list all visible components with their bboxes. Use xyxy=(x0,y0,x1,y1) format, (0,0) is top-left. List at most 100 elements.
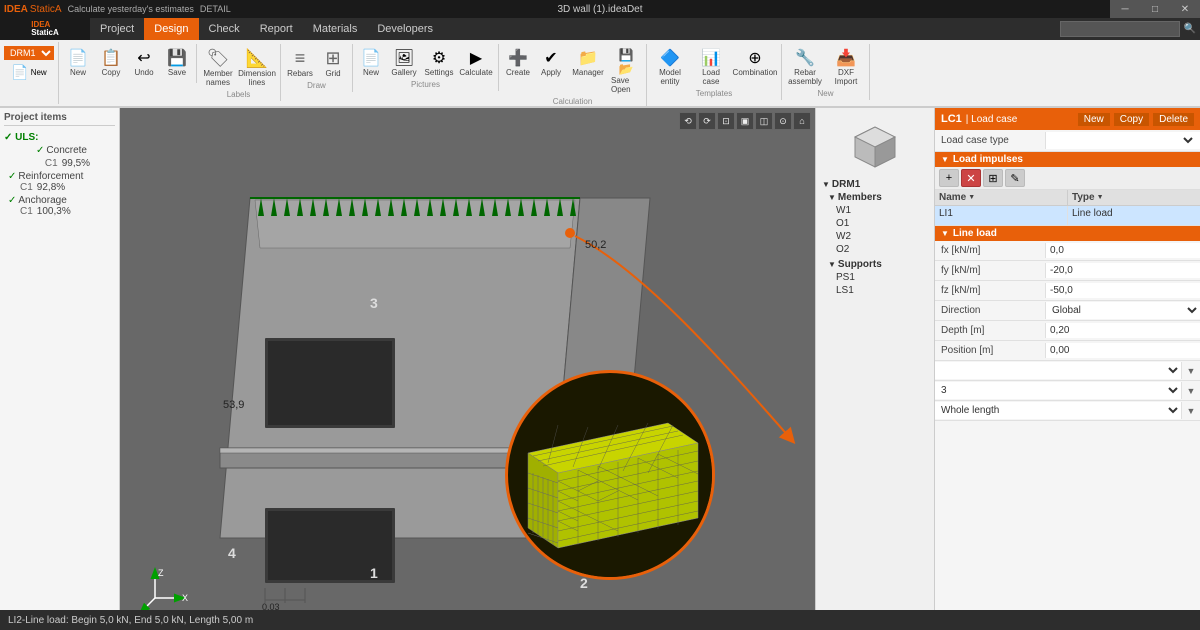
vt-btn-2[interactable]: ⟳ xyxy=(698,112,716,130)
create-icon: ➕ xyxy=(508,48,528,68)
vt-btn-5[interactable]: ◫ xyxy=(755,112,773,130)
btn-settings[interactable]: ⚙ Settings xyxy=(422,46,456,79)
maximize-button[interactable]: □ xyxy=(1140,0,1170,18)
btn-model-entity[interactable]: 🔷 Model entity xyxy=(650,46,690,88)
menu-item-project[interactable]: Project xyxy=(90,18,144,40)
fx-value[interactable]: 0,0 xyxy=(1045,243,1200,258)
viewport[interactable]: ⟲ ⟳ ⊡ ▣ ◫ ⊙ ⌂ xyxy=(120,108,815,610)
impulse-btn-add[interactable]: + xyxy=(939,169,959,187)
vt-btn-6[interactable]: ⊙ xyxy=(774,112,792,130)
close-button[interactable]: ✕ xyxy=(1170,0,1200,18)
props-subtitle: | Load case xyxy=(966,114,1018,125)
btn-undo[interactable]: ↩ Undo xyxy=(128,46,160,79)
btn-dimension-lines[interactable]: 📐 Dimension lines xyxy=(237,46,277,89)
tree-supports-section[interactable]: ▼ Supports xyxy=(820,258,930,271)
dimension-lines-icon: 📐 xyxy=(246,48,268,69)
props-copy-button[interactable]: Copy xyxy=(1114,113,1149,126)
menu-item-materials[interactable]: Materials xyxy=(303,18,368,40)
grid-icon: ⊞ xyxy=(325,48,340,69)
undo-label: Undo xyxy=(134,68,153,77)
check-concrete: ✓ Concrete C1 99,5% xyxy=(8,145,115,169)
btn-dxf-import[interactable]: 📥 DXF Import xyxy=(826,46,866,88)
props-row-depth: Depth [m] 0,20 xyxy=(935,321,1200,341)
props-section-line-load[interactable]: ▼ Line load xyxy=(935,226,1200,241)
menu-item-developers[interactable]: Developers xyxy=(367,18,443,40)
vt-btn-7[interactable]: ⌂ xyxy=(793,112,811,130)
load-impulses-arrow: ▼ xyxy=(941,155,949,164)
col-header-name[interactable]: Name ▼ xyxy=(935,190,1068,205)
impulse-btn-3[interactable]: ⊞ xyxy=(983,169,1003,187)
member-value[interactable]: W1 xyxy=(935,362,1182,379)
tree-root-arrow: ▼ xyxy=(822,180,830,189)
btn-copy[interactable]: 📋 Copy xyxy=(95,46,127,79)
props-section-load-impulses[interactable]: ▼ Load impulses xyxy=(935,152,1200,167)
btn-save-open[interactable]: 💾📂 Save Open xyxy=(609,46,643,96)
tree-item-o1[interactable]: O1 xyxy=(820,217,930,230)
fy-value[interactable]: -20,0 xyxy=(1045,263,1200,278)
btn-combination[interactable]: ⊕ Combination xyxy=(732,46,778,88)
btn-rebars[interactable]: ≡ Rebars xyxy=(284,46,316,80)
tree-item-w1[interactable]: W1 xyxy=(820,204,930,217)
new2-icon: 📄 xyxy=(361,48,381,68)
menu-item-check[interactable]: Check xyxy=(199,18,250,40)
length-type-select[interactable]: Whole length xyxy=(935,402,1181,419)
impulse-btn-delete[interactable]: ✕ xyxy=(961,169,981,187)
search-icon: 🔍 xyxy=(1184,24,1196,35)
btn-gallery[interactable]: 🖼 Gallery xyxy=(387,46,421,79)
reinforcement-level: C1 xyxy=(20,182,33,193)
props-new-button[interactable]: New xyxy=(1078,113,1110,126)
view-cube[interactable] xyxy=(820,112,930,172)
ribbon-group-label-new: New xyxy=(782,89,869,98)
btn-new[interactable]: 📄 New xyxy=(62,46,94,79)
calculate-label: Calculate xyxy=(459,68,492,77)
edge-select[interactable]: 3 xyxy=(935,382,1181,399)
member-select[interactable]: W1 xyxy=(935,362,1181,379)
btn-grid[interactable]: ⊞ Grid xyxy=(317,46,349,80)
search-input[interactable] xyxy=(1060,21,1180,37)
edge-value[interactable]: 3 xyxy=(935,382,1182,399)
tree-panel: ▼ DRM1 ▼ Members W1 O1 W2 O2 ▼ Supports … xyxy=(815,108,935,610)
ribbon-btn-new[interactable]: 📄 New xyxy=(9,62,48,83)
minimize-button[interactable]: ─ xyxy=(1110,0,1140,18)
drm-dropdown[interactable]: DRM1 xyxy=(4,46,54,60)
btn-apply[interactable]: ✔ Apply xyxy=(535,46,567,96)
tree-item-ps1[interactable]: PS1 xyxy=(820,271,930,284)
btn-save[interactable]: 💾 Save xyxy=(161,46,193,79)
member-names-icon: 🏷 xyxy=(207,48,230,69)
btn-manager[interactable]: 📁 Manager xyxy=(568,46,608,96)
btn-load-case[interactable]: 📊 Load case xyxy=(691,46,731,88)
props-load-case-type-select[interactable]: Permanent xyxy=(1050,134,1196,147)
rebar-assembly-icon: 🔧 xyxy=(795,48,815,68)
fz-value[interactable]: -50,0 xyxy=(1045,283,1200,298)
menu-item-design[interactable]: Design xyxy=(144,18,198,40)
length-type-value[interactable]: Whole length xyxy=(935,402,1182,419)
btn-calculate[interactable]: ▶ Calculate xyxy=(457,46,495,79)
btn-member-names[interactable]: 🏷 Member names xyxy=(200,46,236,89)
vt-btn-1[interactable]: ⟲ xyxy=(679,112,697,130)
props-impulse-row-li1[interactable]: LI1 Line load xyxy=(935,206,1200,226)
tree-members-section[interactable]: ▼ Members xyxy=(820,191,930,204)
props-load-case-type-value[interactable]: Permanent xyxy=(1045,132,1200,149)
position-value[interactable]: 0,00 xyxy=(1045,343,1200,358)
tree-item-ls1[interactable]: LS1 xyxy=(820,284,930,297)
impulse-btn-4[interactable]: ✎ xyxy=(1005,169,1025,187)
ribbon-group-label-calc: Calculation xyxy=(499,97,646,106)
direction-select[interactable]: Global Local xyxy=(1046,302,1200,319)
props-delete-button[interactable]: Delete xyxy=(1153,113,1194,126)
col-header-type[interactable]: Type ▼ xyxy=(1068,190,1200,205)
reinforcement-check-icon: ✓ xyxy=(8,171,16,182)
btn-create[interactable]: ➕ Create xyxy=(502,46,534,96)
vt-btn-3[interactable]: ⊡ xyxy=(717,112,735,130)
menu-item-report[interactable]: Report xyxy=(250,18,303,40)
props-row-fy: fy [kN/m] -20,0 xyxy=(935,261,1200,281)
btn-rebar-assembly[interactable]: 🔧 Rebar assembly xyxy=(785,46,825,88)
depth-value[interactable]: 0,20 xyxy=(1045,323,1200,338)
col-name-label: Name xyxy=(939,192,966,203)
tree-root[interactable]: ▼ DRM1 xyxy=(820,178,930,191)
direction-value[interactable]: Global Local xyxy=(1045,302,1200,319)
vt-btn-4[interactable]: ▣ xyxy=(736,112,754,130)
btn-new2[interactable]: 📄 New xyxy=(356,46,386,79)
tree-item-o2[interactable]: O2 xyxy=(820,243,930,256)
impulse-name-li1: LI1 xyxy=(935,206,1068,225)
tree-item-w2[interactable]: W2 xyxy=(820,230,930,243)
